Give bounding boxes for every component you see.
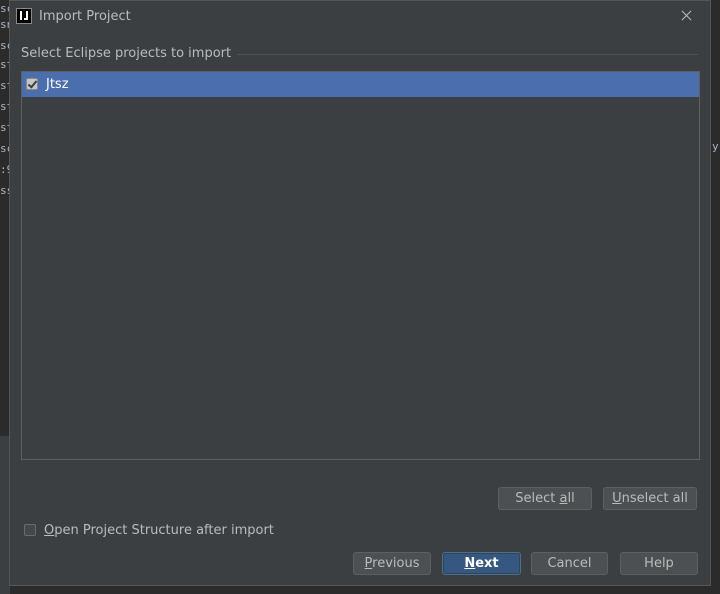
intellij-app-icon — [16, 8, 32, 24]
cancel-button[interactable]: Cancel — [531, 552, 608, 575]
project-checkbox[interactable] — [26, 78, 38, 90]
dialog-title: Import Project — [39, 9, 131, 24]
select-all-button[interactable]: Select all — [498, 487, 592, 510]
dialog-titlebar[interactable]: Import Project — [10, 1, 710, 33]
select-all-label: Select — [515, 491, 560, 506]
open-structure-text: pen Project Structure after import — [54, 523, 274, 538]
help-button[interactable]: Help — [620, 552, 698, 575]
open-structure-mnemonic: O — [44, 523, 55, 538]
unselect-all-button[interactable]: Unselect all — [603, 487, 697, 510]
project-name: Jtsz — [46, 77, 69, 92]
next-button[interactable]: Next — [442, 552, 521, 575]
next-mnemonic: N — [464, 556, 476, 571]
eclipse-project-list[interactable]: Jtsz — [21, 71, 700, 460]
unselect-all-label: nselect all — [621, 491, 688, 506]
previous-button[interactable]: Previous — [353, 552, 431, 575]
open-structure-checkbox[interactable] — [24, 524, 36, 536]
select-all-label: ll — [567, 491, 575, 506]
next-label: ext — [475, 556, 499, 571]
editor-code-fragment: y — [712, 140, 719, 153]
previous-mnemonic: P — [364, 556, 373, 571]
import-project-dialog: Import Project Select Eclipse projects t… — [9, 0, 711, 586]
unselect-all-mnemonic: U — [612, 491, 622, 506]
section-label: Select Eclipse projects to import — [21, 46, 238, 61]
close-icon[interactable] — [678, 7, 696, 25]
open-structure-label[interactable]: Open Project Structure after import — [44, 523, 274, 538]
list-item[interactable]: Jtsz — [22, 72, 699, 97]
previous-label: revious — [372, 556, 420, 571]
